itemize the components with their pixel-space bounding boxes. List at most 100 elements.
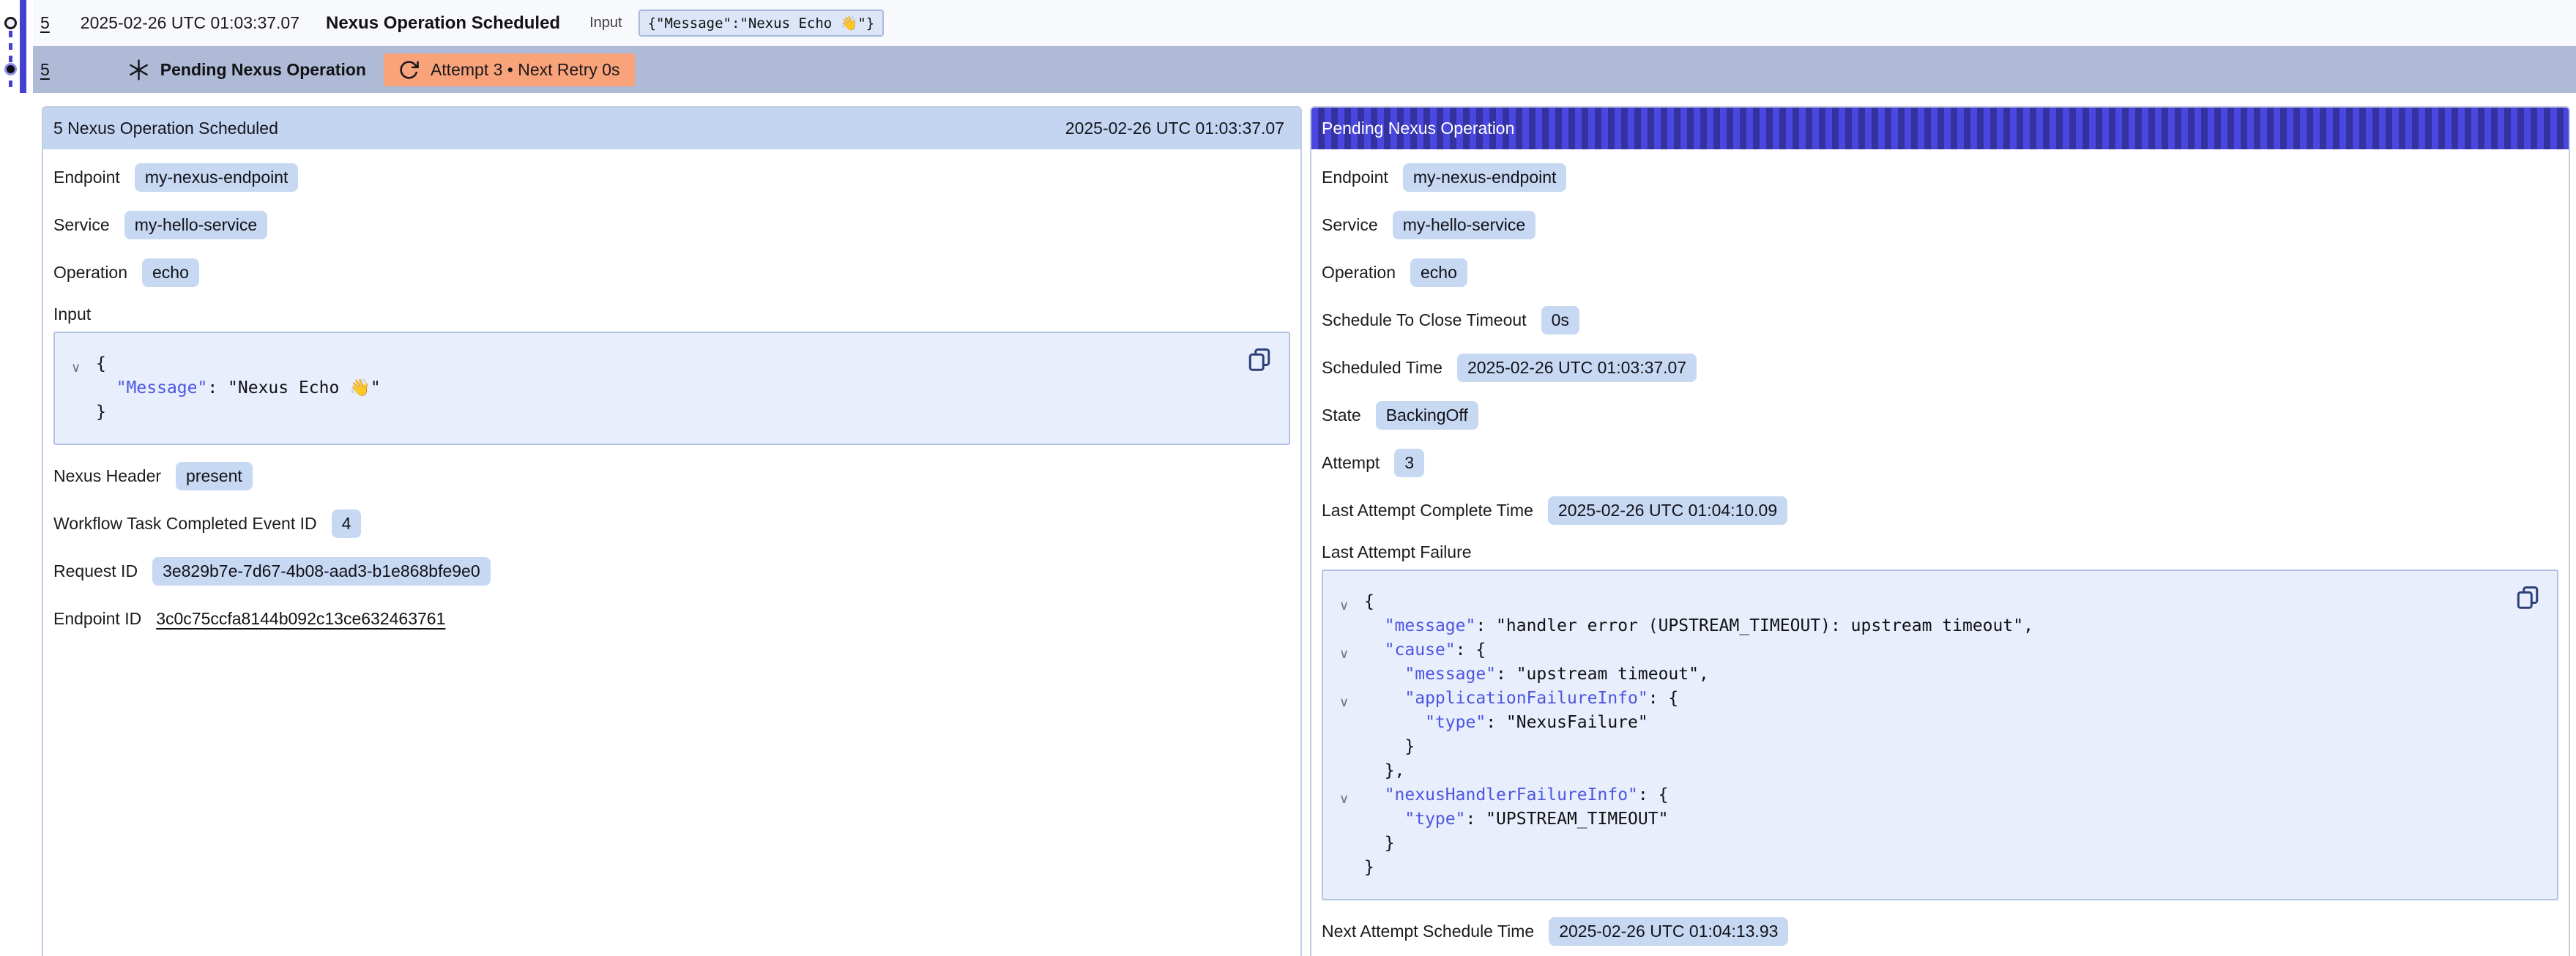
code-gutter xyxy=(1339,666,1364,690)
field-label: Schedule To Close Timeout xyxy=(1322,310,1527,330)
code-text: } xyxy=(1364,735,1415,759)
field-label: Scheduled Time xyxy=(1322,358,1443,378)
collapse-chevron-icon[interactable]: ∨ xyxy=(71,356,96,380)
panel-title: Pending Nexus Operation xyxy=(1322,119,1514,138)
collapse-chevron-icon[interactable]: ∨ xyxy=(1339,787,1364,811)
collapse-chevron-icon[interactable]: ∨ xyxy=(1339,594,1364,618)
field-row: Scheduled Time 2025-02-26 UTC 01:03:37.07 xyxy=(1320,344,2560,392)
code-text: { xyxy=(96,352,106,376)
field-list: Nexus HeaderpresentWorkflow Task Complet… xyxy=(52,452,1292,643)
field-value-badge: my-nexus-endpoint xyxy=(135,163,299,192)
field-label: Operation xyxy=(53,263,127,283)
field-label: Service xyxy=(53,215,110,235)
field-row: Endpoint my-nexus-endpoint xyxy=(52,154,1292,201)
code-gutter xyxy=(1339,859,1364,884)
field-value-badge: 2025-02-26 UTC 01:04:10.09 xyxy=(1548,496,1787,525)
collapse-chevron-icon[interactable]: ∨ xyxy=(1339,690,1364,714)
field-label: Operation xyxy=(1322,263,1396,283)
code-text: { xyxy=(1364,590,1374,614)
event-id-link[interactable]: 5 xyxy=(40,60,50,80)
field-label: Endpoint ID xyxy=(53,609,141,629)
attempt-retry-badge: Attempt 3 • Next Retry 0s xyxy=(384,53,635,86)
field-label: Nexus Header xyxy=(53,466,161,486)
code-text: "message": "handler error (UPSTREAM_TIME… xyxy=(1364,614,2033,638)
event-row-pending-nexus-operation[interactable]: 5 Pending Nexus Operation Attempt 3 • Ne… xyxy=(33,46,2576,93)
failure-section-label: Last Attempt Failure xyxy=(1320,534,2560,570)
pending-asterisk-icon xyxy=(127,59,150,81)
field-value-badge: my-hello-service xyxy=(124,211,267,239)
field-list: Next Attempt Schedule Time2025-02-26 UTC… xyxy=(1320,908,2560,955)
input-json-block: ∨{ "Message": "Nexus Echo 👋"} xyxy=(53,332,1290,445)
field-row: Endpointmy-nexus-endpoint xyxy=(1320,154,2560,201)
code-line: "Message": "Nexus Echo 👋" xyxy=(71,376,1237,400)
field-row: Last Attempt Complete Time 2025-02-26 UTC… xyxy=(1320,487,2560,534)
pending-operation-panel: Pending Nexus Operation Endpointmy-nexus… xyxy=(1310,106,2570,956)
field-row: Operation echo xyxy=(52,249,1292,296)
field-row: Workflow Task Completed Event ID4 xyxy=(52,500,1292,548)
code-text: "nexusHandlerFailureInfo": { xyxy=(1364,783,1668,807)
input-section-label: Input xyxy=(52,296,1292,332)
field-value-link[interactable]: 3c0c75ccfa8144b092c13ce632463761 xyxy=(156,609,445,629)
field-row: Attempt3 xyxy=(1320,439,2560,487)
field-label: Attempt xyxy=(1322,453,1380,473)
event-title: Pending Nexus Operation xyxy=(160,60,366,80)
code-line: } xyxy=(1339,856,2506,880)
field-list: Endpoint my-nexus-endpoint Service my-hello… xyxy=(52,154,1292,296)
scheduled-panel-body: Endpoint my-nexus-endpoint Service my-hello… xyxy=(43,149,1300,643)
field-value-badge: my-hello-service xyxy=(1393,211,1535,239)
copy-icon[interactable] xyxy=(2514,584,2541,610)
field-label: Last Attempt Complete Time xyxy=(1322,501,1533,520)
code-line: } xyxy=(71,400,1237,425)
panel-timestamp: 2025-02-26 UTC 01:03:37.07 xyxy=(1065,119,1284,138)
field-value-badge: echo xyxy=(1410,258,1467,287)
detail-panels: 5 Nexus Operation Scheduled 2025-02-26 U… xyxy=(42,106,2570,956)
field-value-badge: 3e829b7e-7d67-4b08-aad3-b1e868bfe9e0 xyxy=(152,557,491,586)
field-row: Next Attempt Schedule Time2025-02-26 UTC… xyxy=(1320,908,2560,955)
code-line: ∨ "cause": { xyxy=(1339,638,2506,662)
field-row: Request ID 3e829b7e-7d67-4b08-aad3-b1e868… xyxy=(52,548,1292,595)
field-row: Nexus Headerpresent xyxy=(52,452,1292,500)
code-gutter xyxy=(1339,835,1364,859)
field-value-badge: BackingOff xyxy=(1376,401,1478,430)
code-text: "Message": "Nexus Echo 👋" xyxy=(96,376,381,400)
input-preview-chip: {"Message":"Nexus Echo 👋"} xyxy=(639,10,885,37)
code-line: ∨ "nexusHandlerFailureInfo": { xyxy=(1339,783,2506,807)
code-line: ∨{ xyxy=(1339,590,2506,614)
event-timeline-gutter xyxy=(0,0,33,93)
code-line: }, xyxy=(1339,759,2506,783)
pending-panel-body: Endpointmy-nexus-endpointServicemy-hello… xyxy=(1311,149,2569,955)
collapse-chevron-icon[interactable]: ∨ xyxy=(1339,642,1364,666)
code-text: "type": "NexusFailure" xyxy=(1364,711,1648,735)
panel-title: 5 Nexus Operation Scheduled xyxy=(53,119,278,138)
attempt-badge-text: Attempt 3 • Next Retry 0s xyxy=(431,60,620,80)
copy-icon[interactable] xyxy=(1246,346,1273,373)
field-label: Request ID xyxy=(53,561,138,581)
code-gutter xyxy=(1339,618,1364,642)
code-line: } xyxy=(1339,832,2506,856)
field-label: Endpoint xyxy=(53,168,120,187)
field-row: State BackingOff xyxy=(1320,392,2560,439)
code-line: "type": "UPSTREAM_TIMEOUT" xyxy=(1339,807,2506,832)
code-line: } xyxy=(1339,735,2506,759)
timeline-dashed-connector xyxy=(9,31,12,93)
field-value-badge: 2025-02-26 UTC 01:03:37.07 xyxy=(1457,354,1697,382)
event-history-rows: 5 2025-02-26 UTC 01:03:37.07 Nexus Opera… xyxy=(33,0,2576,93)
field-value-badge: 4 xyxy=(332,509,362,538)
field-row: Operation echo xyxy=(1320,249,2560,296)
field-row: Servicemy-hello-service xyxy=(1320,201,2560,249)
field-row: Endpoint ID 3c0c75ccfa8144b092c13ce632463… xyxy=(52,595,1292,643)
code-gutter xyxy=(71,404,96,428)
pending-panel-header: Pending Nexus Operation xyxy=(1311,108,2569,149)
field-label: State xyxy=(1322,406,1361,425)
retry-icon xyxy=(398,59,420,81)
field-row: Service my-hello-service xyxy=(52,201,1292,249)
field-value-badge: echo xyxy=(142,258,199,287)
event-row-nexus-operation-scheduled[interactable]: 5 2025-02-26 UTC 01:03:37.07 Nexus Opera… xyxy=(33,0,2576,46)
event-id-link[interactable]: 5 xyxy=(40,13,50,33)
code-gutter xyxy=(1339,739,1364,763)
code-line: "message": "upstream timeout", xyxy=(1339,662,2506,687)
scheduled-event-panel: 5 Nexus Operation Scheduled 2025-02-26 U… xyxy=(42,106,1302,956)
timeline-node-open-icon xyxy=(4,17,17,29)
code-line: ∨{ xyxy=(71,352,1237,376)
code-text: "applicationFailureInfo": { xyxy=(1364,687,1678,711)
